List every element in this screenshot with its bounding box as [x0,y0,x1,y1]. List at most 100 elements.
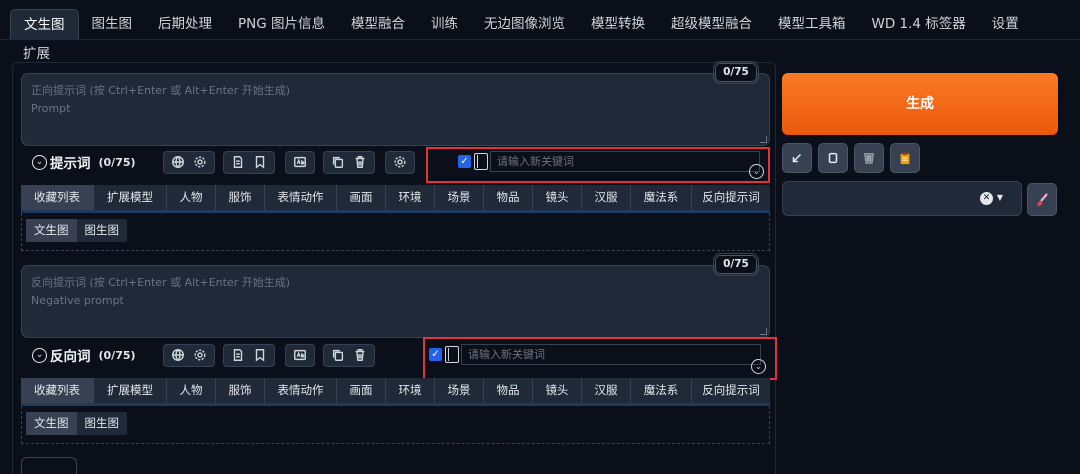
sub-tab-group: 文生图 图生图 [26,219,127,242]
generate-button[interactable]: 生成 [782,73,1058,135]
copy-icon[interactable] [330,346,346,364]
tab-super-merge[interactable]: 超级模型融合 [658,9,765,39]
negative-prompt-box [21,265,770,338]
sub-tab-img2img[interactable]: 图生图 [77,412,128,435]
chevron-down-icon[interactable]: ⌄ [751,359,766,374]
category-tab[interactable]: 服饰 [216,378,265,403]
tab-model-convert[interactable]: 模型转换 [578,9,658,39]
negative-count: (0/75) [98,348,136,362]
category-tab[interactable]: 汉服 [582,378,631,403]
category-tab[interactable]: 扩展模型 [94,378,167,403]
resize-grip-icon[interactable] [760,328,767,335]
category-tab[interactable]: 画面 [337,185,386,210]
category-tab[interactable]: 场景 [435,378,484,403]
tab-png-info[interactable]: PNG 图片信息 [225,9,338,39]
collapse-chevron-icon[interactable]: ⌄ [32,347,47,363]
checkbox-checked-icon[interactable]: ✓ [458,155,471,168]
category-tab[interactable]: 环境 [386,185,435,210]
trash-icon [864,153,874,164]
category-tab[interactable]: 魔法系 [631,185,692,210]
category-tab[interactable]: 反向提示词 [692,378,770,403]
tab-txt2img[interactable]: 文生图 [10,9,79,39]
tab-infinite-browser[interactable]: 无边图像浏览 [471,9,578,39]
category-tab[interactable]: 服饰 [216,185,265,210]
category-tab[interactable]: 收藏列表 [21,185,94,210]
category-tab[interactable]: 表情动作 [265,378,337,403]
ab-group [285,150,315,174]
bookmark-icon[interactable] [252,346,268,364]
category-tab[interactable]: 环境 [386,378,435,403]
tab-wd-tagger[interactable]: WD 1.4 标签器 [859,9,979,39]
positive-token-count: 0/75 [713,61,759,84]
sub-tab-img2img[interactable]: 图生图 [77,219,128,242]
negative-sub-panel: 文生图 图生图 [21,406,770,444]
category-tab[interactable]: 镜头 [533,185,582,210]
category-tab[interactable]: 扩展模型 [94,185,167,210]
document-icon[interactable] [230,153,246,171]
category-tab[interactable]: 场景 [435,185,484,210]
negative-keyword-box: ✓ ⌄ [423,337,777,380]
clear-prompt-button[interactable] [818,143,848,173]
trash-icon[interactable] [352,346,368,364]
category-tab[interactable]: 物品 [484,185,533,210]
style-dropdown[interactable]: ✕ ▼ [782,181,1022,216]
category-tab[interactable]: 表情动作 [265,185,337,210]
ab-switch-icon[interactable] [292,346,308,364]
gear-icon[interactable] [192,153,208,171]
clipboard-button[interactable] [890,143,920,173]
translate-group [163,343,215,367]
chevron-down-icon[interactable]: ⌄ [749,164,764,179]
collapse-chevron-icon[interactable]: ⌄ [32,154,47,170]
checkbox-checked-icon[interactable]: ✓ [429,348,442,361]
category-tab[interactable]: 人物 [167,378,216,403]
tab-train[interactable]: 训练 [418,9,471,39]
tab-extensions[interactable]: 扩展 [23,42,50,62]
book-icon[interactable] [445,346,459,363]
category-tab[interactable]: 汉服 [582,185,631,210]
tab-model-toolbox[interactable]: 模型工具箱 [765,9,859,39]
bookmark-icon[interactable] [252,153,268,171]
caret-down-icon[interactable]: ▼ [997,193,1003,202]
square-icon [828,152,838,164]
sub-tab-txt2img[interactable]: 文生图 [26,412,77,435]
document-icon[interactable] [230,346,246,364]
tab-extras[interactable]: 后期处理 [145,9,225,39]
category-tab[interactable]: 魔法系 [631,378,692,403]
positive-title: 提示词 [50,156,91,172]
sub-tab-txt2img[interactable]: 文生图 [26,219,77,242]
category-tab[interactable]: 反向提示词 [692,185,770,210]
trash-button[interactable] [854,143,884,173]
clear-x-icon[interactable]: ✕ [980,192,993,205]
tab-img2img[interactable]: 图生图 [79,9,146,39]
copy-icon[interactable] [330,153,346,171]
read-params-button[interactable] [782,143,812,173]
book-icon[interactable] [474,153,488,170]
arrow-diagonal-icon [792,153,802,163]
sub-tab-group: 文生图 图生图 [26,412,127,435]
globe-icon[interactable] [170,153,186,171]
gear-icon[interactable] [192,346,208,364]
positive-keyword-input[interactable] [490,151,760,172]
main-tab-bar: 文生图 图生图 后期处理 PNG 图片信息 模型融合 训练 无边图像浏览 模型转… [10,8,1080,40]
bottom-panel-stub [21,457,77,474]
bookmark-group [223,343,275,367]
edit-style-button[interactable] [1027,183,1057,216]
tab-settings[interactable]: 设置 [979,9,1032,39]
tab-model-merge[interactable]: 模型融合 [338,9,418,39]
category-tab[interactable]: 收藏列表 [21,378,94,403]
negative-keyword-input[interactable] [461,344,761,365]
globe-icon[interactable] [170,346,186,364]
category-tab[interactable]: 人物 [167,185,216,210]
positive-prompt-input[interactable] [22,74,769,145]
category-tab[interactable]: 物品 [484,378,533,403]
copy-delete-group [323,343,375,367]
category-tab[interactable]: 画面 [337,378,386,403]
paintbrush-icon [1037,192,1048,206]
category-tab[interactable]: 镜头 [533,378,582,403]
trash-icon[interactable] [352,153,368,171]
gear-icon[interactable] [392,153,408,171]
ab-switch-icon[interactable] [292,153,308,171]
negative-prompt-input[interactable] [22,266,769,337]
resize-grip-icon[interactable] [760,136,767,143]
copy-delete-group [323,150,375,174]
